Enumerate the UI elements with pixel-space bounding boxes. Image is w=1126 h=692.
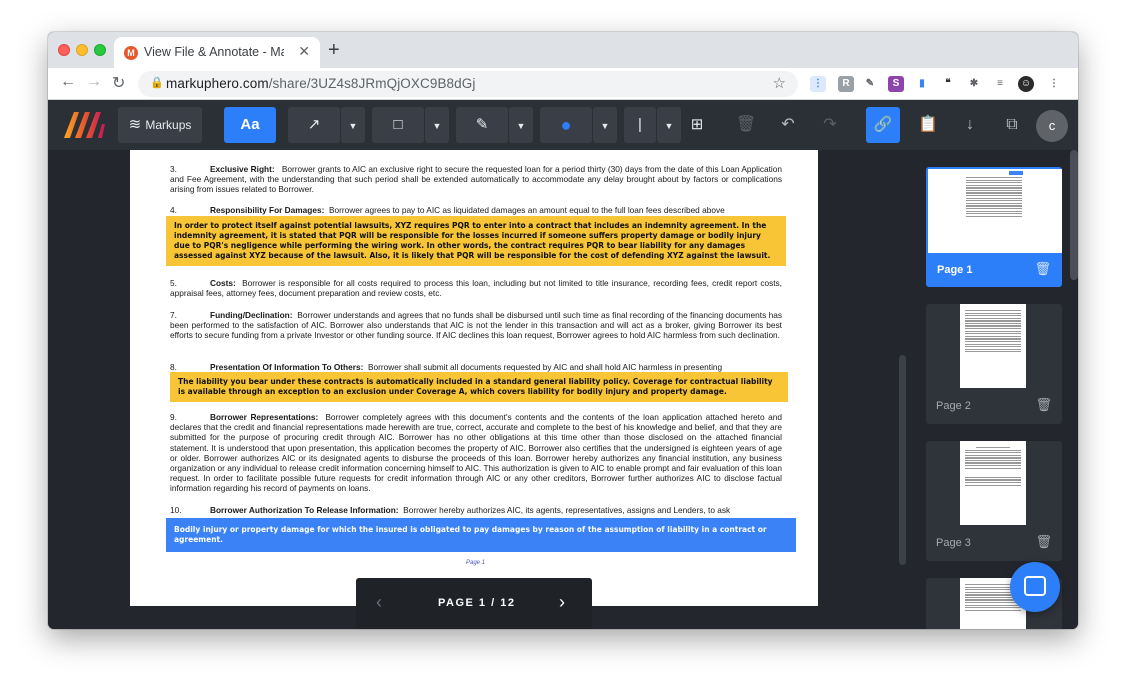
document-page: 3. Exclusive Right: Borrower grants to AI… [130, 150, 818, 606]
document-viewer: 3. Exclusive Right: Borrower grants to AI… [48, 150, 1078, 629]
maximize-window-button[interactable] [94, 44, 106, 56]
browser-toolbar: ← → ↻ 🔒 markuphero.com/share/3UZ4s8JRmQj… [48, 68, 1078, 100]
color-picker-button[interactable]: ● [540, 107, 592, 143]
page-thumbnail-image [961, 169, 1027, 253]
tab-strip: M View File & Annotate - Markup ✕ + [48, 32, 1078, 68]
rectangle-icon: □ [393, 116, 403, 133]
bookmark-star-icon[interactable]: ☆ [773, 74, 786, 92]
thumbnail-label: Page 3 [936, 537, 971, 549]
redo-icon[interactable]: ↷ [812, 107, 848, 143]
delete-page-trash-icon[interactable]: 🗑 [1034, 261, 1051, 277]
section-4: 4. Responsibility For Damages: Borrower a… [170, 205, 725, 215]
annotation-note-blue[interactable]: Bodily injury or property damage for whi… [166, 518, 796, 552]
close-window-button[interactable] [58, 44, 70, 56]
new-tab-button[interactable]: + [328, 39, 340, 62]
section-8: 8. Presentation Of Information To Others:… [170, 362, 723, 372]
extension-icon[interactable]: R [838, 76, 854, 92]
address-bar[interactable]: 🔒 markuphero.com/share/3UZ4s8JRmQjOXC9B8… [138, 71, 798, 97]
layers-icon: ≋ [128, 116, 142, 133]
annotation-note-yellow[interactable]: In order to protect itself against poten… [166, 216, 786, 266]
document-scrollbar[interactable] [899, 355, 906, 565]
minimize-window-button[interactable] [76, 44, 88, 56]
reload-icon[interactable]: ↻ [112, 73, 125, 93]
arrow-tool-button[interactable]: ↗ [288, 107, 340, 143]
browser-window: M View File & Annotate - Markup ✕ + ← → … [48, 32, 1078, 629]
eyedropper-extension-icon[interactable]: ✎ [862, 76, 878, 92]
avatar[interactable]: c [1036, 110, 1068, 142]
tab-title: View File & Annotate - Markup [144, 45, 284, 59]
page-thumbnail-image [960, 441, 1026, 525]
app-toolbar: ≋ Markups Aa ↗ ▼ □ ▼ ✎ ▼ ● ▼ | ▼ ⊞ 🗑 ↶ ↷… [48, 100, 1078, 150]
caret-down-icon: ▼ [432, 121, 442, 131]
profile-icon[interactable]: ☺ [1018, 76, 1034, 92]
chat-bubble-icon [1024, 576, 1046, 596]
page-indicator: PAGE 1 / 12 [438, 597, 516, 609]
more-menu-icon[interactable]: ⋮ [1046, 76, 1062, 92]
insert-image-button[interactable]: ⊞ [668, 107, 726, 143]
thumbnail-label: Page 1 [937, 264, 973, 276]
page-thumbnails-panel: Page 1 🗑 Page 2 🗑 Page 3 🗑 [916, 150, 1078, 629]
markuphero-logo-icon [64, 112, 105, 138]
lock-icon: 🔒 [150, 77, 164, 89]
close-tab-icon[interactable]: ✕ [298, 43, 310, 60]
section-9: 9. Borrower Representations: Borrower com… [170, 412, 782, 494]
chat-support-button[interactable] [1010, 562, 1060, 612]
highlighter-icon: ✎ [475, 116, 489, 133]
share-link-button[interactable]: 🔗 [866, 107, 900, 143]
page-thumbnail[interactable]: Page 1 🗑 [926, 167, 1062, 287]
add-image-icon: ⊞ [690, 116, 704, 133]
delete-page-trash-icon[interactable]: 🗑 [1035, 534, 1052, 550]
highlighter-tool-button[interactable]: ✎ [456, 107, 508, 143]
caret-down-icon: ▼ [348, 121, 358, 131]
download-icon[interactable]: ↓ [952, 107, 988, 143]
section-10: 10. Borrower Authorization To Release Inf… [170, 505, 731, 515]
page-navigator: ‹ PAGE 1 / 12 › [356, 578, 592, 629]
arrow-icon: ↗ [307, 116, 321, 133]
thumbnails-scrollbar[interactable] [1070, 150, 1078, 280]
section-5: 5. Costs: Borrower is responsible for all… [170, 278, 782, 299]
arrow-tool-dropdown[interactable]: ▼ [341, 107, 365, 143]
page-number-label: Page 1 [466, 560, 486, 566]
undo-icon[interactable]: ↶ [770, 107, 806, 143]
extension-icon[interactable]: ⋮ [810, 76, 826, 92]
page-thumbnail-image [960, 304, 1026, 388]
markuphero-favicon-icon: M [124, 46, 138, 60]
url-path: /share/3UZ4s8JRmQjOXC9B8dGj [268, 76, 476, 91]
caret-down-icon: ▼ [600, 121, 610, 131]
forward-arrow-icon[interactable]: → [86, 73, 102, 91]
stroke-width-button[interactable]: | [624, 107, 656, 143]
color-picker-dropdown[interactable]: ▼ [593, 107, 617, 143]
clipboard-icon[interactable]: 📋 [910, 107, 946, 143]
next-page-chevron-icon[interactable]: › [559, 592, 565, 613]
link-icon: 🔗 [873, 116, 893, 133]
page-thumbnail[interactable]: Page 2 🗑 [926, 304, 1062, 424]
highlighter-tool-dropdown[interactable]: ▼ [509, 107, 533, 143]
caret-down-icon: ▼ [516, 121, 526, 131]
reading-list-icon[interactable]: ≡ [992, 76, 1008, 92]
shape-tool-button[interactable]: □ [372, 107, 424, 143]
thumbnail-label: Page 2 [936, 400, 971, 412]
color-dot-icon: ● [560, 115, 572, 135]
text-tool-button[interactable]: Aa [224, 107, 276, 143]
delete-page-trash-icon[interactable]: 🗑 [1035, 397, 1052, 413]
browser-tab[interactable]: M View File & Annotate - Markup ✕ [114, 37, 320, 68]
annotation-note-yellow[interactable]: The liability you bear under these contr… [170, 372, 788, 402]
previous-page-chevron-icon[interactable]: ‹ [376, 592, 382, 613]
back-arrow-icon[interactable]: ← [60, 73, 76, 91]
quote-extension-icon[interactable]: ❝ [940, 76, 956, 92]
page-thumbnail[interactable]: Page 3 🗑 [926, 441, 1062, 561]
duplicate-icon[interactable]: ⧉ [994, 107, 1030, 143]
section-3: 3. Exclusive Right: Borrower grants to AI… [170, 164, 782, 195]
markups-button[interactable]: ≋ Markups [118, 107, 202, 143]
stroke-line-icon: | [638, 116, 642, 133]
extension-icon[interactable]: ▮ [914, 76, 930, 92]
delete-trash-icon[interactable]: 🗑 [728, 107, 764, 143]
extension-s-icon[interactable]: S [888, 76, 904, 92]
puzzle-icon[interactable]: ✱ [966, 76, 982, 92]
section-7: 7. Funding/Declination: Borrower understa… [170, 310, 782, 341]
shape-tool-dropdown[interactable]: ▼ [425, 107, 449, 143]
url-host: markuphero.com [166, 76, 269, 91]
